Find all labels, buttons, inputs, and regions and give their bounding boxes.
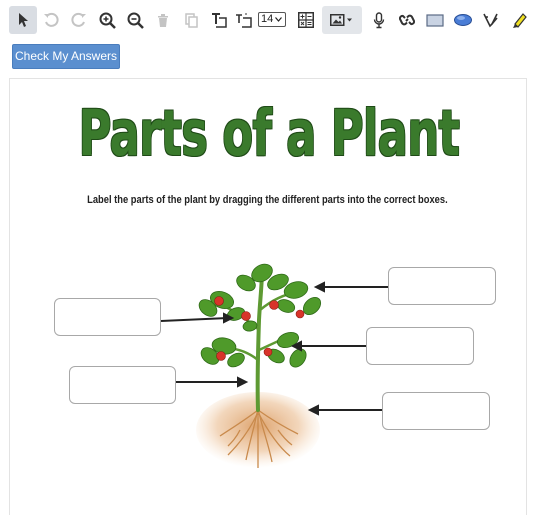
label-drop-box-lower-right[interactable] [382,392,490,430]
label-drop-box-middle-right[interactable] [366,327,474,365]
zoom-in-button[interactable] [93,6,121,34]
redo-button[interactable] [65,6,93,34]
text-size-button[interactable] [231,6,257,34]
font-size-select[interactable]: 14 [258,12,286,27]
rectangle-icon [426,13,444,27]
undo-icon [43,12,59,28]
link-icon [399,12,415,28]
redo-icon [71,12,87,28]
worksheet-title: Parts of a Plant [78,97,460,171]
pen-tool-button[interactable] [477,6,505,34]
image-icon [330,13,354,27]
rectangle-tool-button[interactable] [421,6,449,34]
label-drop-box-upper-left[interactable] [54,298,161,336]
calculator-icon [298,12,314,28]
label-drop-box-lower-left[interactable] [69,366,176,404]
ellipse-icon [453,13,473,27]
label-drop-box-upper-right[interactable] [388,267,496,305]
font-size-value: 14 [261,13,274,25]
pointer-icon [16,12,30,28]
zoom-out-icon [127,12,144,29]
link-button[interactable] [393,6,421,34]
pointer-tool-button[interactable] [9,6,37,34]
copy-button[interactable] [177,6,205,34]
undo-button[interactable] [37,6,65,34]
check-answers-button[interactable]: Check My Answers [12,44,120,69]
text-size-icon [235,12,253,28]
microphone-icon [373,11,385,29]
text-box-button[interactable] [205,6,233,34]
microphone-button[interactable] [365,6,393,34]
zoom-out-button[interactable] [121,6,149,34]
worksheet-instructions: Label the parts of the plant by dragging… [87,194,448,206]
highlighter-tool-button[interactable] [505,6,533,34]
trash-icon [157,13,169,28]
toolbar: 14 [0,0,539,40]
chevron-down-icon [275,13,283,26]
insert-image-button[interactable] [322,6,362,34]
ellipse-tool-button[interactable] [449,6,477,34]
copy-icon [184,12,198,28]
text-box-icon [210,12,228,28]
calculator-button[interactable] [292,6,320,34]
zoom-in-icon [99,12,116,29]
highlighter-icon [511,12,527,29]
delete-button[interactable] [149,6,177,34]
pen-icon [482,12,500,29]
